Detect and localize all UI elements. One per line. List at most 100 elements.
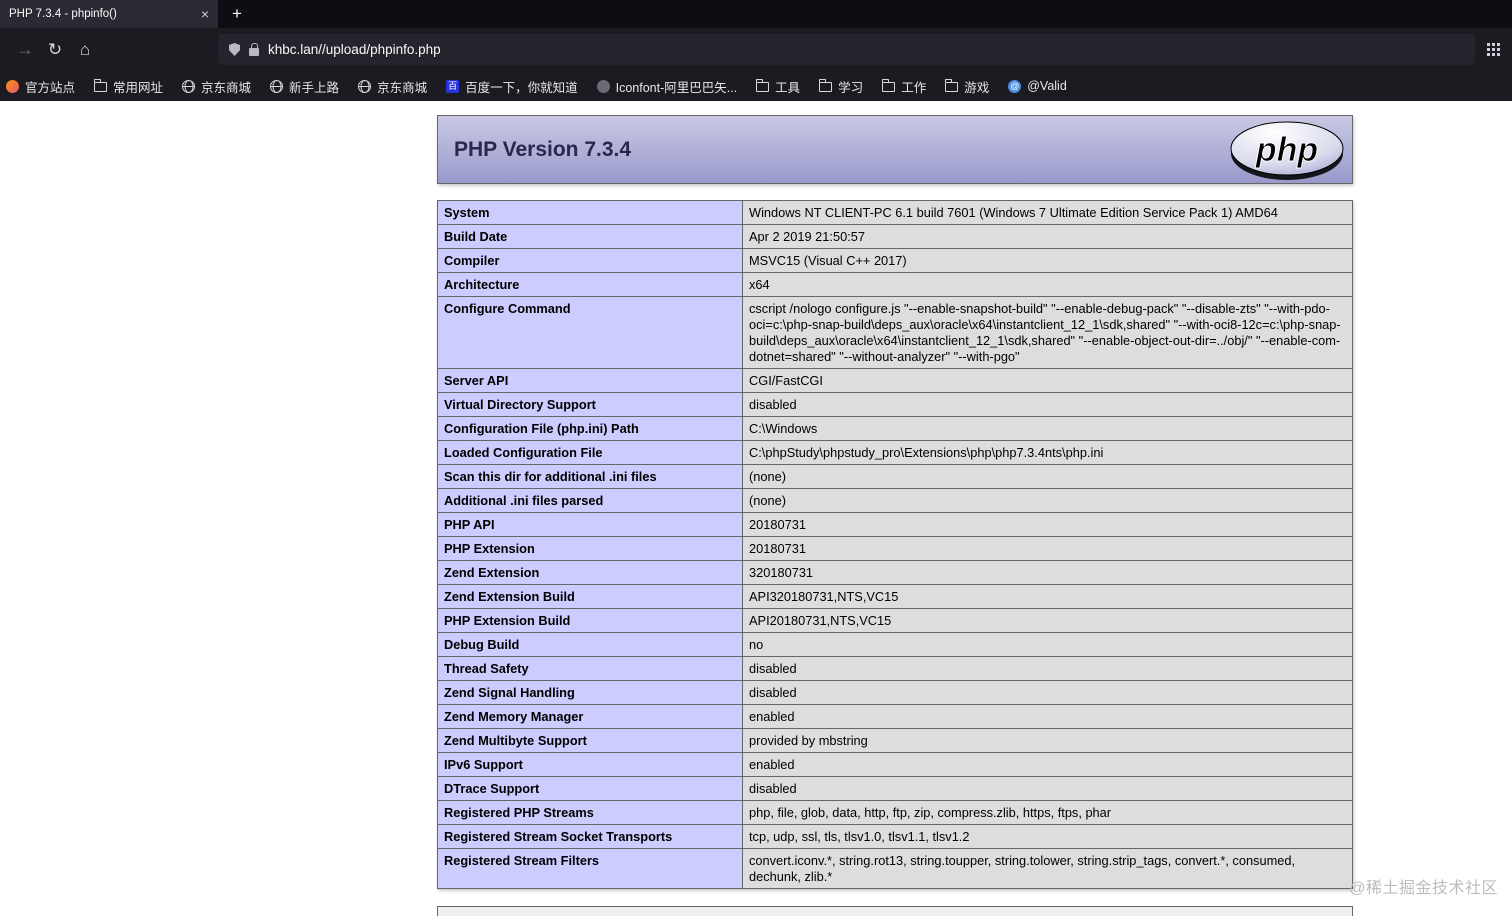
reload-icon[interactable]: ↻ [40,40,70,60]
info-row: Configure Command cscript /nologo config… [437,296,1353,369]
extensions-grid-icon[interactable] [1487,43,1490,46]
info-row: PHP Extension 20180731 [437,536,1353,561]
info-row: Zend Extension 320180731 [437,560,1353,585]
home-icon[interactable]: ⌂ [70,40,100,60]
info-value: API20180731,NTS,VC15 [742,608,1353,633]
bookmarks-bar: 官方站点 常用网址 京东商城 新手上路 京东商城 百 百度一下，你就知道 Ico… [0,71,1512,101]
info-value: cscript /nologo configure.js "--enable-s… [742,296,1353,369]
bookmark-favicon-icon [6,79,19,93]
info-label: Configuration File (php.ini) Path [437,416,743,441]
bookmark-label: 百度一下，你就知道 [465,80,578,95]
navigation-bar: → ↻ ⌂ khbc.lan//upload/phpinfo.php [0,28,1512,71]
bookmark-item[interactable]: 官方站点 [6,77,75,96]
info-value: C:\Windows [742,416,1353,441]
info-row: Additional .ini files parsed (none) [437,488,1353,513]
info-value: 20180731 [742,512,1353,537]
info-row: DTrace Support disabled [437,776,1353,801]
bookmark-item[interactable]: Iconfont-阿里巴巴矢... [596,77,737,96]
info-value: disabled [742,656,1353,681]
bookmark-item[interactable]: 游戏 [945,77,989,96]
info-row: Zend Memory Manager enabled [437,704,1353,729]
info-label: Zend Extension Build [437,584,743,609]
bookmark-label: 京东商城 [377,80,428,95]
tracking-shield-icon[interactable] [229,43,240,56]
lock-icon[interactable] [249,42,259,56]
browser-tab[interactable]: PHP 7.3.4 - phpinfo() × [0,0,218,28]
info-row: PHP API 20180731 [437,512,1353,537]
info-label: Loaded Configuration File [437,440,743,465]
info-label: Scan this dir for additional .ini files [437,464,743,489]
bookmark-label: 游戏 [964,80,990,95]
info-label: Registered Stream Socket Transports [437,824,743,849]
php-logo[interactable]: php [1228,119,1346,187]
info-row: Build Date Apr 2 2019 21:50:57 [437,224,1353,249]
info-row: Registered Stream Socket Transports tcp,… [437,824,1353,849]
info-row: Zend Signal Handling disabled [437,680,1353,705]
bookmark-item[interactable]: 工具 [755,77,801,96]
info-value: disabled [742,392,1353,417]
watermark-text: @稀土掘金技术社区 [1349,880,1498,897]
bookmark-label: 京东商城 [201,80,252,95]
info-label: Virtual Directory Support [437,392,743,417]
phpinfo-header: PHP Version 7.3.4 php [437,115,1353,184]
info-value: MSVC15 (Visual C++ 2017) [742,248,1353,273]
url-text: khbc.lan//upload/phpinfo.php [268,42,441,57]
url-bar[interactable]: khbc.lan//upload/phpinfo.php [218,34,1475,65]
info-row: Zend Extension Build API320180731,NTS,VC… [437,584,1353,609]
info-value: CGI/FastCGI [742,368,1353,393]
bookmark-item[interactable]: 工作 [881,77,926,96]
info-label: Build Date [437,224,743,249]
info-value: API320180731,NTS,VC15 [742,584,1353,609]
bookmark-item[interactable]: 新手上路 [270,77,339,96]
info-label: Registered PHP Streams [437,800,743,825]
bookmark-favicon-icon [818,79,833,92]
bookmark-label: @Valid [1027,79,1067,93]
bookmark-item[interactable]: @ @Valid [1008,79,1067,93]
bookmark-favicon-icon [755,79,770,92]
tab-close-icon[interactable]: × [201,6,209,22]
info-value: enabled [742,704,1353,729]
next-table-top-edge [437,906,1353,916]
info-value: (none) [742,488,1353,513]
bookmark-item[interactable]: 京东商城 [182,77,251,96]
bookmark-label: 工具 [775,80,801,95]
info-label: Server API [437,368,743,393]
bookmark-label: 官方站点 [25,80,76,95]
bookmark-item[interactable]: 京东商城 [358,77,427,96]
info-value: Windows NT CLIENT-PC 6.1 build 7601 (Win… [742,200,1353,225]
forward-arrow-icon[interactable]: → [10,40,40,60]
bookmark-favicon-icon [93,79,108,92]
info-row: Virtual Directory Support disabled [437,392,1353,417]
info-label: IPv6 Support [437,752,743,777]
info-value: C:\phpStudy\phpstudy_pro\Extensions\php\… [742,440,1353,465]
bookmark-item[interactable]: 百 百度一下，你就知道 [446,77,578,96]
info-label: Zend Signal Handling [437,680,743,705]
info-label: Additional .ini files parsed [437,488,743,513]
info-label: Debug Build [437,632,743,657]
info-label: PHP API [437,512,743,537]
bookmark-favicon-icon: @ [1008,79,1022,93]
info-row: PHP Extension Build API20180731,NTS,VC15 [437,608,1353,633]
info-row: IPv6 Support enabled [437,752,1353,777]
bookmark-favicon-icon: 百 [446,79,460,93]
info-row: Registered Stream Filters convert.iconv.… [437,848,1353,889]
bookmark-favicon-icon [881,79,896,92]
info-row: Compiler MSVC15 (Visual C++ 2017) [437,248,1353,273]
info-label: Registered Stream Filters [437,848,743,889]
info-row: Scan this dir for additional .ini files … [437,464,1353,489]
svg-text:php: php [1255,131,1318,169]
bookmark-favicon-icon [182,79,196,93]
info-value: no [742,632,1353,657]
info-value: convert.iconv.*, string.rot13, string.to… [742,848,1353,889]
bookmark-favicon-icon [945,79,959,92]
page-title: PHP Version 7.3.4 [454,137,632,161]
info-value: Apr 2 2019 21:50:57 [742,224,1353,249]
bookmark-item[interactable]: 常用网址 [93,77,163,96]
bookmark-item[interactable]: 学习 [818,77,863,96]
info-value: disabled [742,680,1353,705]
info-row: Configuration File (php.ini) Path C:\Win… [437,416,1353,441]
info-row: Thread Safety disabled [437,656,1353,681]
info-row: Architecture x64 [437,272,1353,297]
info-value: provided by mbstring [742,728,1353,753]
new-tab-button[interactable]: + [218,0,256,28]
